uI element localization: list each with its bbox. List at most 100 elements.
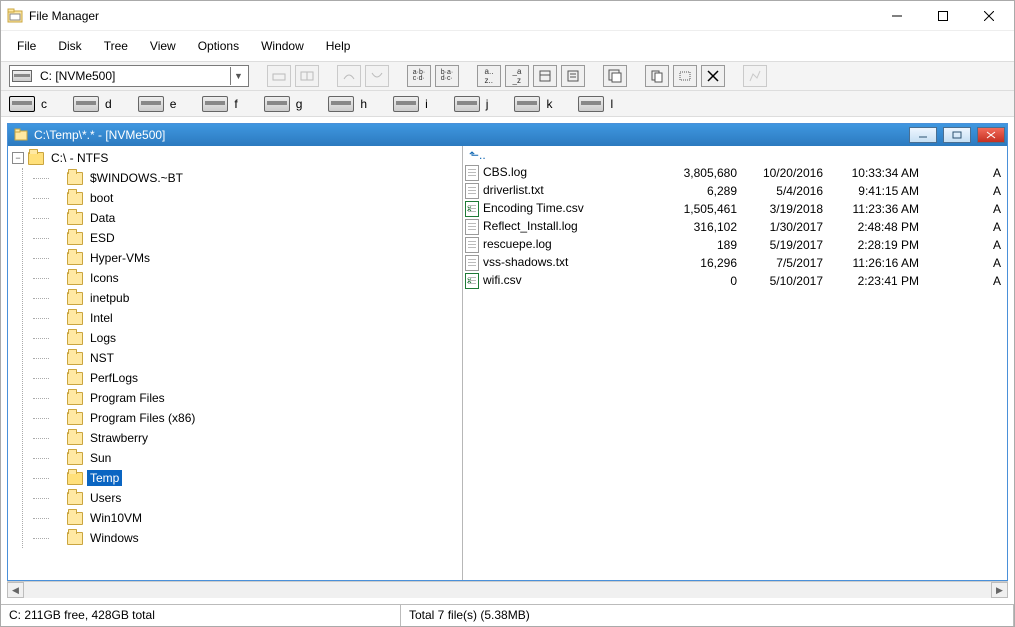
child-title-text: C:\Temp\*.* - [NVMe500] <box>34 128 903 142</box>
menu-help[interactable]: Help <box>316 35 361 57</box>
tree-node[interactable]: Logs <box>51 328 462 348</box>
maximize-button[interactable] <box>920 2 966 30</box>
up-directory[interactable]: ⬑.. <box>463 146 1007 164</box>
file-row[interactable]: rescuepe.log1895/19/20172:28:19 PMA <box>463 236 1007 254</box>
file-size: 189 <box>663 236 743 254</box>
menu-options[interactable]: Options <box>188 35 249 57</box>
tree-node[interactable]: PerfLogs <box>51 368 462 388</box>
file-list[interactable]: CBS.log3,805,68010/20/201610:33:34 AMAdr… <box>463 164 1007 290</box>
menu-window[interactable]: Window <box>251 35 314 57</box>
app-icon <box>7 8 23 24</box>
tree-node[interactable]: Program Files <box>51 388 462 408</box>
horizontal-scrollbar[interactable]: ◀ ▶ <box>7 581 1008 598</box>
file-size: 0 <box>663 272 743 290</box>
drive-icon <box>578 96 604 112</box>
tree-node[interactable]: ESD <box>51 228 462 248</box>
sort-type-button[interactable]: b·a·d·c· <box>435 65 459 87</box>
drive-letter-label: f <box>234 97 237 111</box>
drive-button-e[interactable]: e <box>138 94 177 114</box>
tree-node[interactable]: Hyper-VMs <box>51 248 462 268</box>
tree-root-node[interactable]: − C:\ - NTFS <box>12 148 462 168</box>
file-row[interactable]: Encoding Time.csv1,505,4613/19/201811:23… <box>463 200 1007 218</box>
file-icon <box>465 165 479 181</box>
drive-icon <box>514 96 540 112</box>
drive-button-d[interactable]: d <box>73 94 112 114</box>
toolbar-btn-last[interactable] <box>743 65 767 87</box>
collapse-icon[interactable]: − <box>12 152 24 164</box>
drive-icon <box>138 96 164 112</box>
drive-button-k[interactable]: k <box>514 94 552 114</box>
file-row[interactable]: vss-shadows.txt16,2967/5/201711:26:16 AM… <box>463 254 1007 272</box>
tree-node[interactable]: Data <box>51 208 462 228</box>
toolbar-btn-2[interactable] <box>295 65 319 87</box>
file-row[interactable]: driverlist.txt6,2895/4/20169:41:15 AMA <box>463 182 1007 200</box>
tree-node-label: Hyper-VMs <box>87 250 153 266</box>
tree-node[interactable]: Temp <box>51 468 462 488</box>
tree-node-label: ESD <box>87 230 118 246</box>
minimize-button[interactable] <box>874 2 920 30</box>
sort-2-button[interactable]: _a_z <box>505 65 529 87</box>
delete-button[interactable] <box>701 65 725 87</box>
drive-button-c[interactable]: c <box>9 94 47 114</box>
close-button[interactable] <box>966 2 1012 30</box>
drive-button-h[interactable]: h <box>328 94 367 114</box>
folder-icon <box>67 532 83 545</box>
scroll-right-icon[interactable]: ▶ <box>991 582 1008 598</box>
tree-node[interactable]: inetpub <box>51 288 462 308</box>
tree-node[interactable]: Win10VM <box>51 508 462 528</box>
drive-dropdown-label: C: [NVMe500] <box>40 69 226 83</box>
sort-name-button[interactable]: a·b·c·d· <box>407 65 431 87</box>
tree-node-label: Intel <box>87 310 116 326</box>
toolbar-btn-4[interactable] <box>365 65 389 87</box>
file-time: 11:23:36 AM <box>829 200 925 218</box>
folder-icon <box>67 472 83 485</box>
tree-node[interactable]: Strawberry <box>51 428 462 448</box>
folder-tree[interactable]: − C:\ - NTFS $WINDOWS.~BTbootData ESD Hype… <box>8 146 463 580</box>
file-date: 7/5/2017 <box>743 254 829 272</box>
scroll-left-icon[interactable]: ◀ <box>7 582 24 598</box>
child-titlebar[interactable]: C:\Temp\*.* - [NVMe500] <box>8 124 1007 146</box>
drive-dropdown[interactable]: C: [NVMe500] ▼ <box>9 65 249 87</box>
sort-1-button[interactable]: a..z.. <box>477 65 501 87</box>
folder-icon <box>67 312 83 325</box>
file-row[interactable]: wifi.csv05/10/20172:23:41 PMA <box>463 272 1007 290</box>
drive-button-l[interactable]: l <box>578 94 613 114</box>
menu-file[interactable]: File <box>7 35 46 57</box>
tree-node[interactable]: boot <box>51 188 462 208</box>
toolbar-btn-1[interactable] <box>267 65 291 87</box>
drive-button-f[interactable]: f <box>202 94 237 114</box>
file-row[interactable]: Reflect_Install.log316,1021/30/20172:48:… <box>463 218 1007 236</box>
menu-disk[interactable]: Disk <box>48 35 91 57</box>
sort-3-button[interactable] <box>533 65 557 87</box>
child-maximize-button[interactable] <box>943 127 971 143</box>
toolbar: C: [NVMe500] ▼ a·b·c·d· b·a·d·c· a..z.. … <box>1 61 1014 91</box>
tree-node[interactable]: Program Files (x86) <box>51 408 462 428</box>
tree-node[interactable]: Sun <box>51 448 462 468</box>
file-name: vss-shadows.txt <box>483 255 568 269</box>
tree-node[interactable]: Intel <box>51 308 462 328</box>
move-button[interactable] <box>673 65 697 87</box>
new-window-button[interactable] <box>603 65 627 87</box>
folder-icon <box>67 232 83 245</box>
tree-node[interactable]: Icons <box>51 268 462 288</box>
sort-4-button[interactable] <box>561 65 585 87</box>
toolbar-btn-3[interactable] <box>337 65 361 87</box>
tree-root-label: C:\ - NTFS <box>48 150 111 166</box>
file-row[interactable]: CBS.log3,805,68010/20/201610:33:34 AMA <box>463 164 1007 182</box>
workspace: C:\Temp\*.* - [NVMe500] − C:\ - NTFS $WI… <box>1 117 1014 604</box>
status-selection: Total 7 file(s) (5.38MB) <box>401 605 1014 626</box>
tree-node[interactable]: NST <box>51 348 462 368</box>
tree-node[interactable]: Windows <box>51 528 462 548</box>
drive-button-g[interactable]: g <box>264 94 303 114</box>
drive-button-i[interactable]: i <box>393 94 428 114</box>
copy-button[interactable] <box>645 65 669 87</box>
tree-node[interactable]: $WINDOWS.~BT <box>51 168 462 188</box>
child-close-button[interactable] <box>977 127 1005 143</box>
child-minimize-button[interactable] <box>909 127 937 143</box>
drive-button-j[interactable]: j <box>454 94 489 114</box>
tree-node-label: Win10VM <box>87 510 145 526</box>
tree-node[interactable]: Users <box>51 488 462 508</box>
menu-view[interactable]: View <box>140 35 186 57</box>
menu-tree[interactable]: Tree <box>94 35 138 57</box>
file-size: 1,505,461 <box>663 200 743 218</box>
